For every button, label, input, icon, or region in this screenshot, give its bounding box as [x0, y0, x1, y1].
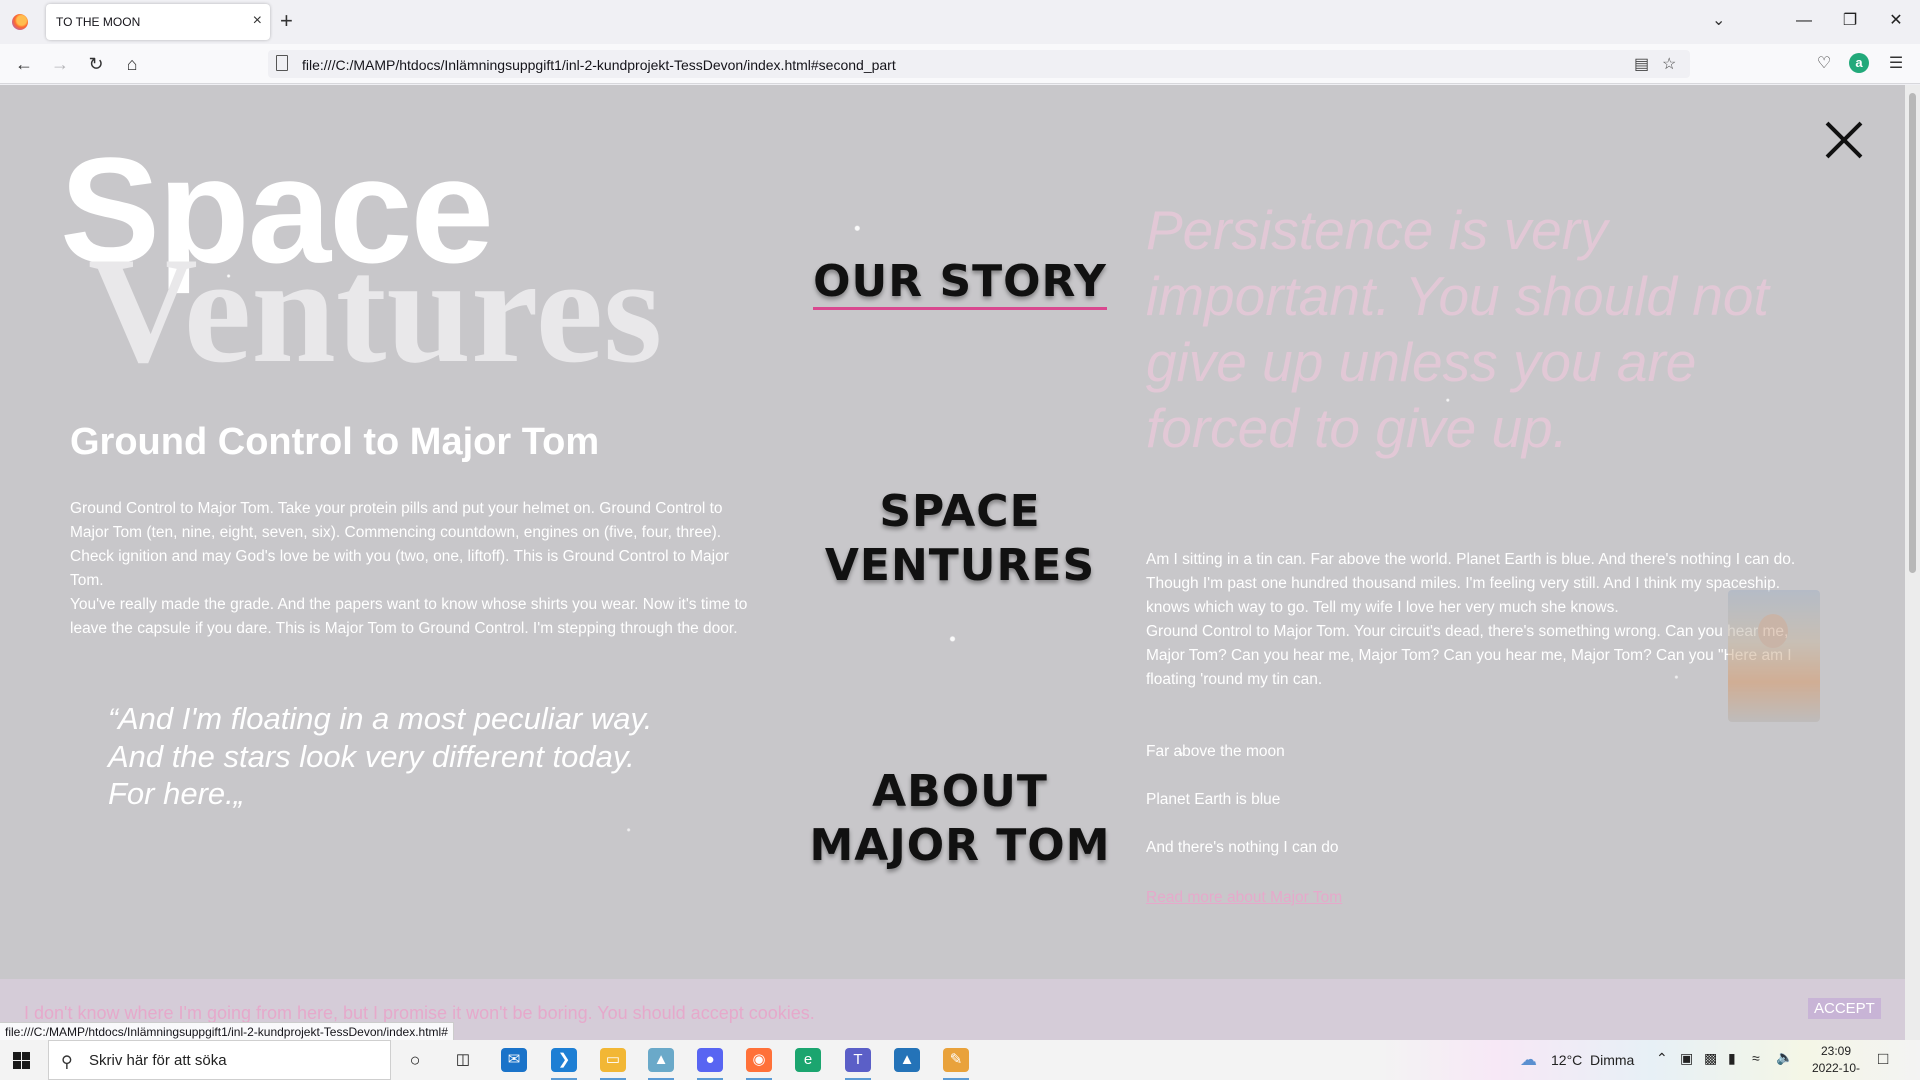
left-quote: “And I'm floating in a most peculiar way…: [108, 700, 728, 813]
hamburger-menu-icon[interactable]: ☰: [1884, 52, 1908, 76]
vscode-icon[interactable]: ❯: [551, 1048, 577, 1080]
tab-bar: TO THE MOON × + ⌄ — ❐ ✕: [0, 0, 1920, 44]
app-icon[interactable]: ▲: [648, 1048, 674, 1080]
firefox-taskbar-icon[interactable]: ◉: [746, 1048, 772, 1080]
taskbar-clock[interactable]: 23:09 2022-10-22: [1806, 1043, 1866, 1080]
file-explorer-icon[interactable]: ▭: [600, 1048, 626, 1080]
window-close-icon[interactable]: ✕: [1876, 8, 1916, 34]
reload-icon[interactable]: ↻: [84, 52, 108, 76]
meet-now-icon[interactable]: ▣: [1680, 1050, 1693, 1067]
portrait-head: [1758, 614, 1788, 648]
minimize-icon[interactable]: —: [1784, 8, 1824, 34]
right-paragraph: Ground Control to Major Tom. Your circui…: [1146, 623, 1792, 688]
brand-title-ventures: Ventures: [88, 226, 663, 394]
clock-time: 23:09: [1820, 1044, 1852, 1058]
menu-link-label: OUR STORY: [813, 256, 1107, 310]
windows-taskbar: ⚲ Skriv här för att söka ○ ◫ ✉ ❯ ▭ ▲ ● ◉…: [0, 1040, 1920, 1080]
page-viewport: Space Ventures Ground Control to Major T…: [0, 85, 1905, 1040]
quote-line: And the stars look very different today.: [108, 739, 635, 774]
menu-link-our-story[interactable]: OUR STORY: [800, 255, 1120, 310]
tab-title: TO THE MOON: [56, 15, 141, 29]
menu-link-label: VENTURES: [824, 540, 1096, 591]
left-body-text: Ground Control to Major Tom. Take your p…: [70, 497, 760, 641]
close-menu-icon[interactable]: [1824, 120, 1864, 160]
teams-icon[interactable]: T: [845, 1048, 871, 1080]
left-paragraph: You've really made the grade. And the pa…: [70, 596, 748, 637]
right-paragraph: Am I sitting in a tin can. Far above the…: [1146, 551, 1796, 616]
reader-view-icon[interactable]: ▤: [1634, 54, 1649, 74]
list-all-tabs-icon[interactable]: ⌄: [1712, 10, 1725, 30]
menu-link-about-major-tom[interactable]: ABOUT MAJOR TOM: [800, 765, 1120, 873]
read-more-link[interactable]: Read more about Major Tom: [1146, 889, 1342, 907]
chevron-up-icon[interactable]: ⌃: [1656, 1050, 1668, 1067]
battery-icon[interactable]: ▮: [1728, 1050, 1736, 1067]
taskbar-search-box[interactable]: ⚲ Skriv här för att söka: [48, 1040, 391, 1080]
notification-icon[interactable]: □: [1878, 1049, 1888, 1069]
new-tab-button[interactable]: +: [280, 8, 293, 34]
task-view-icon[interactable]: ◫: [450, 1048, 476, 1072]
menu-link-label: MAJOR TOM: [809, 820, 1111, 871]
quote-close-mark: „: [233, 778, 244, 811]
forward-arrow-icon[interactable]: →: [48, 52, 72, 76]
back-arrow-icon[interactable]: ←: [12, 52, 36, 76]
taskbar-search-placeholder: Skriv här för att söka: [89, 1052, 227, 1069]
search-icon: ⚲: [61, 1054, 73, 1071]
firefox-logo-icon: [12, 14, 28, 30]
restore-icon[interactable]: ❐: [1830, 8, 1870, 34]
navigation-toolbar: ← → ↻ ⌂ file:///C:/MAMP/htdocs/Inlämning…: [0, 44, 1920, 84]
windows-start-icon[interactable]: [13, 1052, 30, 1069]
discord-icon[interactable]: ●: [697, 1048, 723, 1080]
quote-line: And I'm floating in a most peculiar way.: [118, 701, 653, 736]
address-bar[interactable]: file:///C:/MAMP/htdocs/Inlämningsuppgift…: [268, 50, 1690, 78]
url-text[interactable]: file:///C:/MAMP/htdocs/Inlämningsuppgift…: [302, 57, 896, 73]
mail-icon[interactable]: ✉: [501, 1048, 527, 1072]
volume-icon[interactable]: 🔈: [1776, 1049, 1793, 1066]
cookie-text: I don't know where I'm going from here, …: [24, 1003, 815, 1023]
paint-icon[interactable]: ✎: [943, 1048, 969, 1080]
right-body-text: Am I sitting in a tin can. Far above the…: [1146, 548, 1826, 692]
left-heading: Ground Control to Major Tom: [70, 421, 600, 463]
home-icon[interactable]: ⌂: [120, 52, 144, 76]
page-scrollbar[interactable]: [1905, 85, 1920, 1040]
tab-active[interactable]: TO THE MOON ×: [46, 4, 270, 40]
screen-icon[interactable]: ▩: [1704, 1050, 1717, 1067]
cortana-icon[interactable]: ○: [402, 1048, 428, 1072]
edge-icon[interactable]: e: [795, 1048, 821, 1072]
tab-close-icon[interactable]: ×: [253, 11, 262, 31]
menu-link-label: ABOUT: [872, 766, 1048, 817]
quote-open-mark: “: [108, 703, 118, 736]
menu-link-label: SPACE: [879, 486, 1041, 537]
lyric-line: Planet Earth is blue: [1146, 791, 1281, 808]
weather-condition[interactable]: Dimma: [1590, 1052, 1634, 1068]
lyric-line: Far above the moon: [1146, 743, 1285, 760]
account-avatar-icon[interactable]: a: [1849, 53, 1869, 73]
pocket-icon[interactable]: ♡: [1812, 52, 1836, 76]
major-tom-portrait-image: [1728, 590, 1820, 722]
bookmark-star-icon[interactable]: ☆: [1662, 54, 1676, 74]
wifi-icon[interactable]: ≈: [1752, 1050, 1760, 1066]
clock-date: 2022-10-22: [1811, 1061, 1861, 1080]
weather-temperature[interactable]: 12°C: [1551, 1052, 1582, 1068]
scrollbar-thumb[interactable]: [1909, 93, 1916, 573]
left-paragraph: Ground Control to Major Tom. Take your p…: [70, 500, 729, 589]
lyric-line: And there's nothing I can do: [1146, 839, 1339, 856]
quote-line: For here.: [108, 776, 234, 811]
weather-cloud-icon[interactable]: ☁: [1520, 1050, 1537, 1070]
accept-cookies-button[interactable]: ACCEPT: [1808, 998, 1881, 1019]
file-page-icon: [276, 55, 288, 71]
photos-icon[interactable]: ▲: [894, 1048, 920, 1072]
right-quote: Persistence is very important. You shoul…: [1146, 199, 1769, 459]
status-url-tooltip: file:///C:/MAMP/htdocs/Inlämningsuppgift…: [0, 1022, 454, 1042]
menu-link-space-ventures[interactable]: SPACE VENTURES: [800, 485, 1120, 593]
